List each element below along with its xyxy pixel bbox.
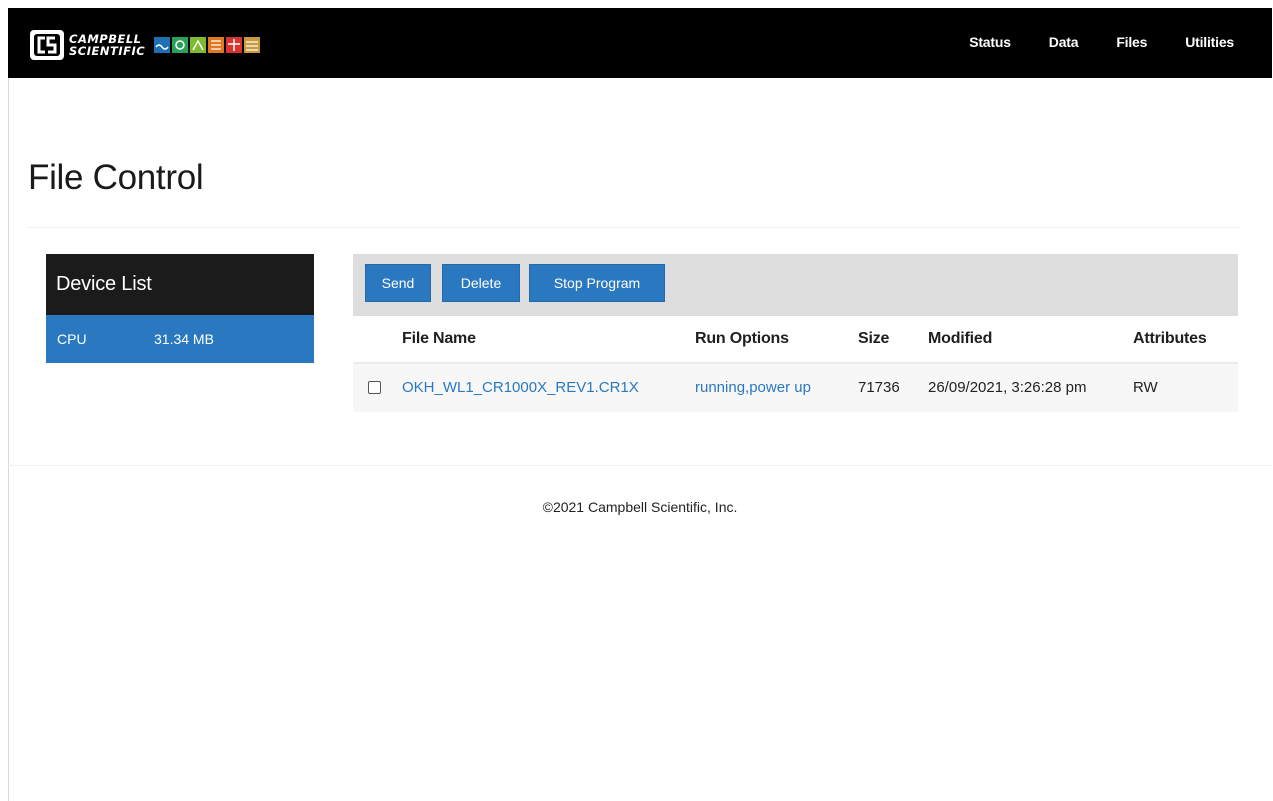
- device-item-cpu[interactable]: CPU 31.34 MB: [46, 315, 314, 363]
- device-name: CPU: [57, 331, 87, 347]
- nav-files[interactable]: Files: [1116, 34, 1147, 50]
- soil-tile-icon: [190, 37, 207, 53]
- page-title: File Control: [28, 158, 204, 197]
- device-size: 31.34 MB: [154, 331, 214, 347]
- file-toolbar: Send Delete Stop Program: [353, 254, 1238, 316]
- water-tile-icon: [154, 37, 171, 53]
- stop-program-button[interactable]: Stop Program: [529, 264, 665, 302]
- table-row: OKH_WL1_CR1000X_REV1.CR1X running,power …: [353, 364, 1238, 412]
- main-nav: Status Data Files Utilities: [931, 34, 1234, 50]
- column-header-size: Size: [858, 330, 890, 347]
- run-options-link[interactable]: running,power up: [695, 379, 811, 396]
- application-tiles: [154, 37, 262, 53]
- row-select-checkbox[interactable]: [368, 381, 381, 394]
- energy-tile-icon: [208, 37, 225, 53]
- top-navbar: CAMPBELL SCIENTIFIC Status Data Files Ut…: [8, 8, 1272, 78]
- logo-wordmark: CAMPBELL SCIENTIFIC: [69, 33, 145, 57]
- file-modified: 26/09/2021, 3:26:28 pm: [928, 379, 1087, 396]
- campbell-scientific-logo[interactable]: CAMPBELL SCIENTIFIC: [30, 28, 262, 62]
- infrastructure-tile-icon: [244, 37, 261, 53]
- nav-status[interactable]: Status: [969, 34, 1011, 50]
- device-list-title: Device List: [46, 254, 314, 315]
- column-header-run-options: Run Options: [695, 330, 789, 347]
- send-button[interactable]: Send: [365, 264, 431, 302]
- footer-copyright: ©2021 Campbell Scientific, Inc.: [542, 499, 738, 515]
- footer-divider: [8, 465, 1272, 466]
- structure-tile-icon: [226, 37, 243, 53]
- weather-tile-icon: [172, 37, 189, 53]
- column-header-attributes: Attributes: [1133, 330, 1207, 347]
- nav-data[interactable]: Data: [1049, 34, 1079, 50]
- column-header-file-name: File Name: [402, 330, 476, 347]
- column-header-modified: Modified: [928, 330, 993, 347]
- file-size: 71736: [858, 379, 900, 396]
- file-attributes: RW: [1133, 379, 1158, 396]
- delete-button[interactable]: Delete: [442, 264, 520, 302]
- cs-logo-icon: [30, 30, 64, 60]
- title-divider: [28, 227, 1240, 228]
- device-list-panel: Device List CPU 31.34 MB: [46, 254, 314, 363]
- logo-line2: SCIENTIFIC: [69, 44, 146, 58]
- file-name-link[interactable]: OKH_WL1_CR1000X_REV1.CR1X: [402, 379, 639, 396]
- nav-utilities[interactable]: Utilities: [1185, 34, 1234, 50]
